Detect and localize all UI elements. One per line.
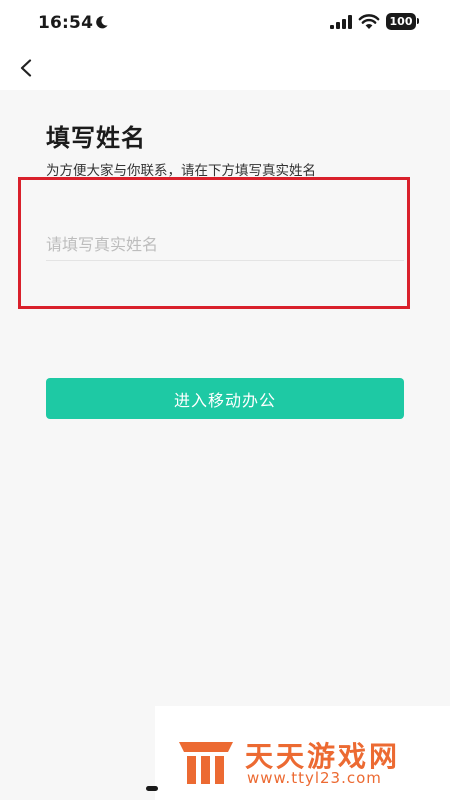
watermark: 天天游戏网 www.ttyl23.com xyxy=(155,706,450,800)
site-logo-icon xyxy=(179,742,233,784)
status-time: 16:54 xyxy=(38,13,94,33)
page-title: 填写姓名 xyxy=(46,124,146,152)
chevron-left-icon xyxy=(20,59,32,77)
home-indicator xyxy=(146,786,158,791)
moon-icon xyxy=(96,16,108,29)
battery-tip xyxy=(417,18,419,24)
signal-icon xyxy=(330,15,352,29)
battery-icon: 100 xyxy=(386,13,416,30)
watermark-url: www.ttyl23.com xyxy=(247,769,382,787)
page-subtitle: 为方便大家与你联系，请在下方填写真实姓名 xyxy=(46,163,316,179)
name-input[interactable] xyxy=(46,228,404,261)
wifi-icon xyxy=(358,14,380,29)
status-bar: 16:54 100 xyxy=(0,0,450,46)
nav-bar xyxy=(0,46,450,90)
back-button[interactable] xyxy=(12,54,40,82)
enter-mobile-office-button[interactable]: 进入移动办公 xyxy=(46,378,404,419)
